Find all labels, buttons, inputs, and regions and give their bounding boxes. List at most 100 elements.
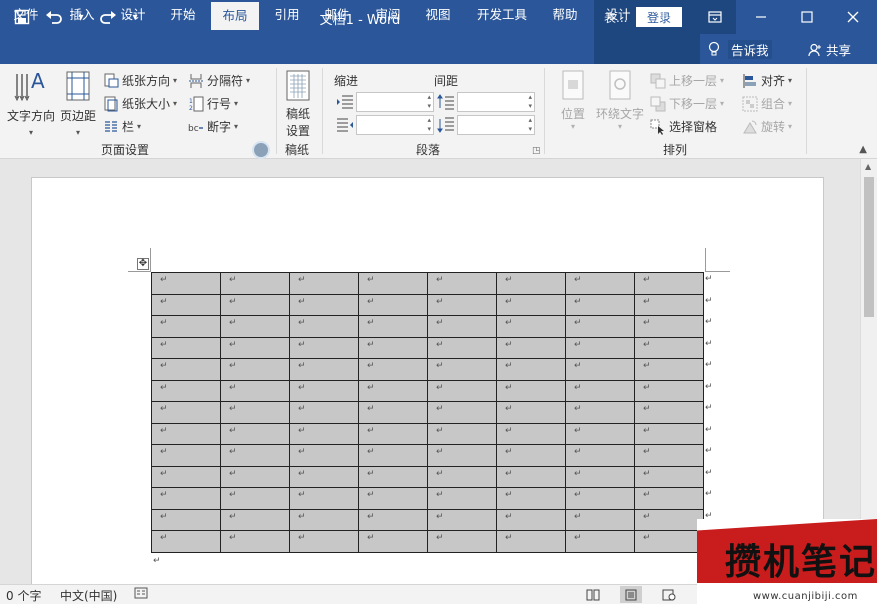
collapse-ribbon-icon[interactable]: ▲: [859, 144, 867, 155]
tab-insert[interactable]: 插入: [58, 0, 106, 30]
table-cell[interactable]: ↵: [565, 465, 635, 488]
table-cell[interactable]: ↵: [289, 379, 359, 402]
table-cell[interactable]: ↵: [634, 508, 704, 531]
table-cell[interactable]: ↵: [220, 315, 290, 338]
table-cell[interactable]: ↵: [358, 444, 428, 467]
breaks-button[interactable]: 分隔符 ▾: [188, 72, 250, 89]
page-setup-dialog-launcher-icon[interactable]: [252, 141, 270, 159]
tab-table-design[interactable]: 设计: [596, 0, 640, 30]
document-table[interactable]: ↵ ↵ ↵ ↵ ↵ ↵ ↵ ↵ ↵ ↵ ↵ ↵ ↵ ↵ ↵ ↵ ↵ ↵ ↵ ↵ ↵ ↵ ↵ ↵ ↵ ↵ ↵ ↵ ↵ ↵ ↵ ↵ ↵ ↵ ↵ ↵ ↵ ↵ ↵ ↵…: [151, 272, 704, 553]
table-cell[interactable]: ↵: [427, 293, 497, 316]
close-icon[interactable]: [830, 0, 876, 34]
hyphenation-button[interactable]: bc 断字 ▾: [188, 118, 238, 135]
table-cell[interactable]: ↵: [151, 379, 221, 402]
table-cell[interactable]: ↵: [496, 272, 566, 295]
columns-button[interactable]: 栏 ▾: [103, 118, 141, 135]
tell-me-search[interactable]: 告诉我: [708, 39, 772, 59]
table-cell[interactable]: ↵: [151, 444, 221, 467]
table-cell[interactable]: ↵: [565, 336, 635, 359]
table-cell[interactable]: ↵: [427, 465, 497, 488]
table-cell[interactable]: ↵: [358, 465, 428, 488]
table-cell[interactable]: ↵: [289, 530, 359, 553]
word-count[interactable]: 0 个字: [6, 587, 41, 604]
table-cell[interactable]: ↵: [358, 508, 428, 531]
table-cell[interactable]: ↵: [427, 272, 497, 295]
language-indicator[interactable]: 中文(中国): [60, 587, 117, 604]
table-cell[interactable]: ↵: [358, 293, 428, 316]
table-cell[interactable]: ↵: [565, 315, 635, 338]
wrap-text-button[interactable]: 环绕文字 ▾: [594, 70, 646, 131]
table-cell[interactable]: ↵: [358, 487, 428, 510]
table-cell[interactable]: ↵: [289, 422, 359, 445]
table-cell[interactable]: ↵: [427, 401, 497, 424]
table-cell[interactable]: ↵: [427, 487, 497, 510]
indent-left-input[interactable]: [356, 92, 434, 112]
table-cell[interactable]: ↵: [220, 465, 290, 488]
table-cell[interactable]: ↵: [220, 336, 290, 359]
table-cell[interactable]: ↵: [427, 422, 497, 445]
tab-table-layout[interactable]: 布局: [646, 0, 692, 30]
table-cell[interactable]: ↵: [496, 315, 566, 338]
table-cell[interactable]: ↵: [220, 358, 290, 381]
table-cell[interactable]: ↵: [358, 336, 428, 359]
text-direction-button[interactable]: A 文字方向▾: [6, 70, 56, 138]
margins-button[interactable]: 页边距▾: [58, 70, 98, 138]
spacing-before-input[interactable]: [457, 92, 535, 112]
read-mode-icon[interactable]: [582, 586, 604, 603]
table-cell[interactable]: ↵: [565, 272, 635, 295]
table-cell[interactable]: ↵: [220, 293, 290, 316]
table-cell[interactable]: ↵: [289, 401, 359, 424]
rotate-button[interactable]: 旋转 ▾: [742, 118, 792, 135]
macro-record-icon[interactable]: [134, 586, 148, 603]
table-cell[interactable]: ↵: [151, 315, 221, 338]
table-cell[interactable]: ↵: [151, 487, 221, 510]
table-cell[interactable]: ↵: [634, 465, 704, 488]
table-cell[interactable]: ↵: [358, 358, 428, 381]
table-cell[interactable]: ↵: [427, 336, 497, 359]
table-cell[interactable]: ↵: [220, 272, 290, 295]
table-cell[interactable]: ↵: [151, 293, 221, 316]
tab-mailings[interactable]: 邮件: [314, 0, 360, 30]
table-cell[interactable]: ↵: [565, 358, 635, 381]
tab-design[interactable]: 设计: [110, 0, 156, 30]
minimize-icon[interactable]: [738, 0, 784, 34]
tab-file[interactable]: 文件: [4, 0, 48, 30]
table-cell[interactable]: ↵: [496, 465, 566, 488]
table-cell[interactable]: ↵: [358, 422, 428, 445]
table-cell[interactable]: ↵: [151, 358, 221, 381]
table-cell[interactable]: ↵: [358, 530, 428, 553]
table-cell[interactable]: ↵: [289, 358, 359, 381]
table-cell[interactable]: ↵: [565, 422, 635, 445]
ribbon-display-options-icon[interactable]: [692, 0, 738, 34]
table-cell[interactable]: ↵: [496, 508, 566, 531]
table-cell[interactable]: ↵: [565, 379, 635, 402]
table-cell[interactable]: ↵: [634, 272, 704, 295]
table-cell[interactable]: ↵: [496, 530, 566, 553]
table-cell[interactable]: ↵: [634, 293, 704, 316]
table-cell[interactable]: ↵: [220, 422, 290, 445]
table-cell[interactable]: ↵: [289, 444, 359, 467]
table-cell[interactable]: ↵: [289, 315, 359, 338]
draft-paper-setup-button[interactable]: 稿纸 设置: [282, 70, 314, 139]
table-cell[interactable]: ↵: [289, 272, 359, 295]
table-cell[interactable]: ↵: [358, 379, 428, 402]
table-cell[interactable]: ↵: [427, 444, 497, 467]
table-cell[interactable]: ↵: [496, 293, 566, 316]
table-cell[interactable]: ↵: [358, 401, 428, 424]
table-cell[interactable]: ↵: [151, 336, 221, 359]
table-cell[interactable]: ↵: [220, 487, 290, 510]
table-cell[interactable]: ↵: [496, 358, 566, 381]
table-cell[interactable]: ↵: [565, 530, 635, 553]
print-layout-icon[interactable]: [620, 586, 642, 603]
table-cell[interactable]: ↵: [565, 293, 635, 316]
table-cell[interactable]: ↵: [634, 530, 704, 553]
table-cell[interactable]: ↵: [289, 465, 359, 488]
table-cell[interactable]: ↵: [496, 487, 566, 510]
table-cell[interactable]: ↵: [289, 487, 359, 510]
position-button[interactable]: 位置 ▾: [556, 70, 590, 131]
tab-help[interactable]: 帮助: [542, 0, 588, 30]
spacing-after-input[interactable]: [457, 115, 535, 135]
table-cell[interactable]: ↵: [565, 401, 635, 424]
table-cell[interactable]: ↵: [358, 315, 428, 338]
tab-review[interactable]: 审阅: [365, 0, 411, 30]
